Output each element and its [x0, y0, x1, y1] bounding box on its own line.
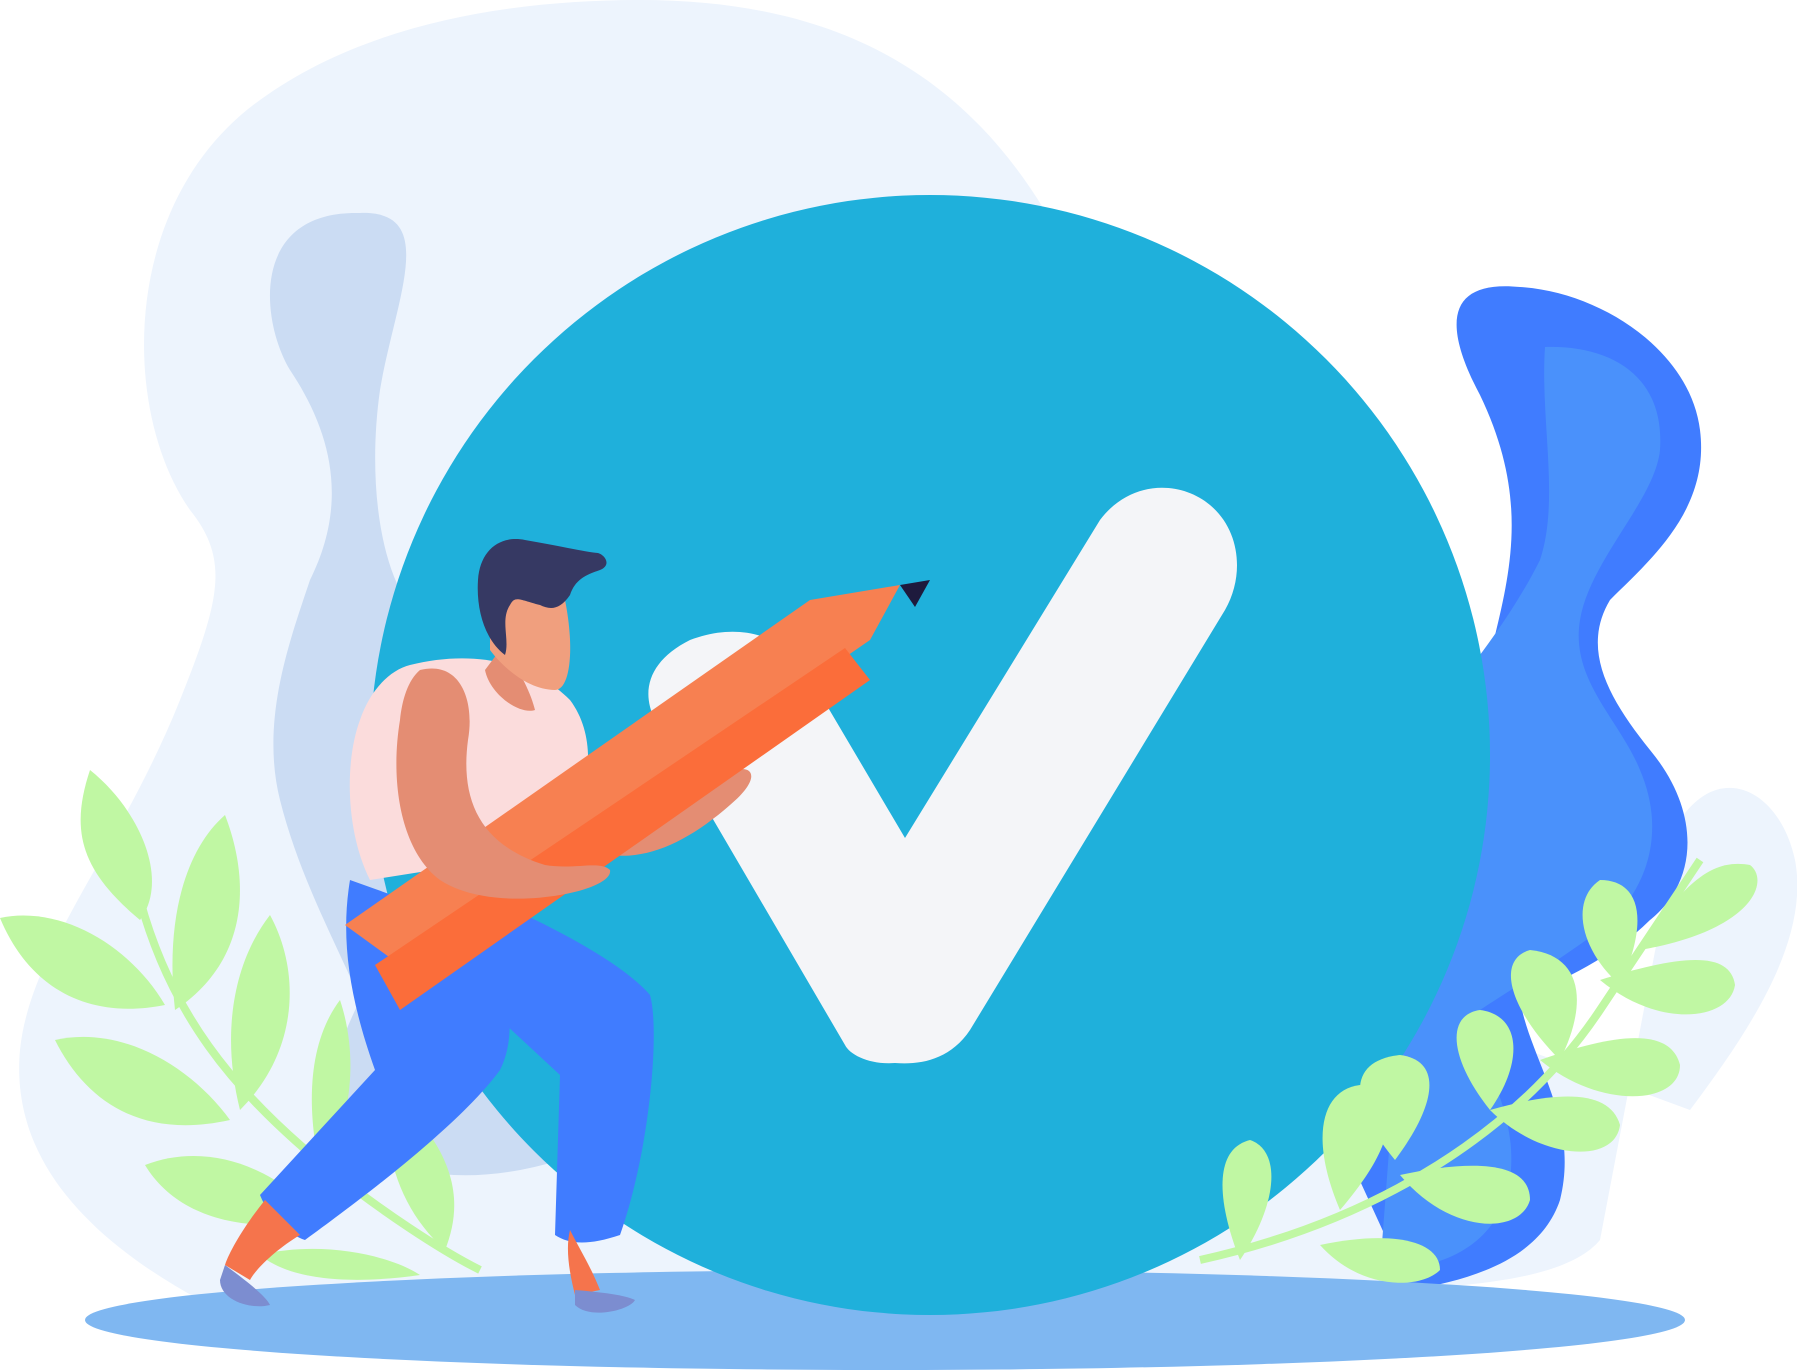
check-approval-illustration: [0, 0, 1797, 1370]
illustration-canvas: [0, 0, 1797, 1370]
